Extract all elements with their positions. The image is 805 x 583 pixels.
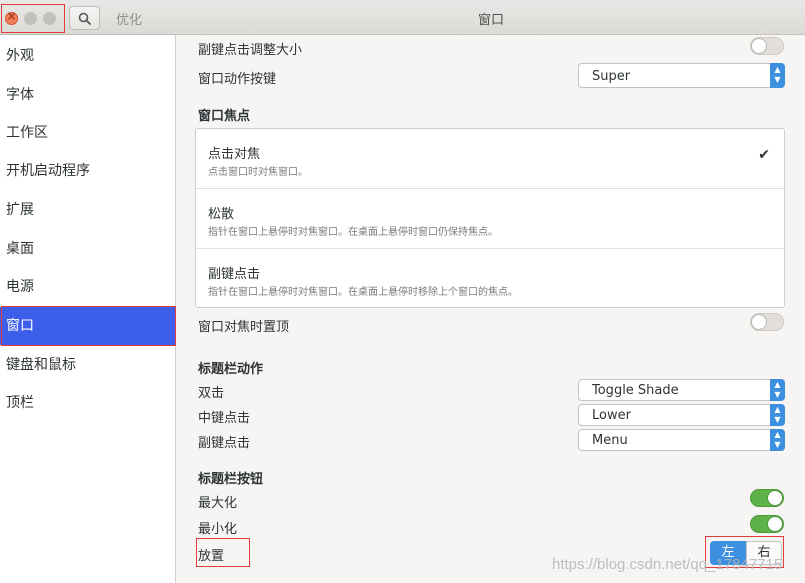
updown-arrows-icon: ▲ ▼ [770, 429, 785, 451]
double-click-value: Toggle Shade [592, 383, 679, 398]
maximize-window-button[interactable] [43, 12, 56, 25]
window-controls [2, 5, 64, 32]
search-button[interactable] [69, 6, 100, 30]
switch-knob [767, 516, 783, 532]
action-key-label: 窗口动作按键 [198, 72, 277, 87]
switch-knob [751, 38, 767, 54]
sidebar-item-extensions[interactable]: 扩展 [0, 191, 175, 229]
sidebar-item-top-bar[interactable]: 顶栏 [0, 384, 175, 422]
resize-secondary-label: 副键点击调整大小 [198, 43, 303, 58]
action-key-value: Super [592, 69, 631, 84]
placement-label: 放置 [198, 549, 225, 564]
list-item-title: 松散 [208, 207, 235, 222]
sidebar: 外观 字体 工作区 开机启动程序 扩展 桌面 电源 窗口 键盘和鼠标 顶栏 [0, 35, 176, 583]
updown-arrows-icon: ▲ ▼ [770, 379, 785, 401]
list-item-description: 点击窗口时对焦窗口。 [208, 167, 308, 178]
list-item-sloppy[interactable]: 松散 指针在窗口上悬停时对焦窗口。在桌面上悬停时窗口仍保持焦点。 [196, 189, 784, 249]
titlebar-actions-title: 标题栏动作 [198, 362, 264, 377]
sidebar-item-appearance[interactable]: 外观 [0, 37, 175, 75]
sidebar-item-windows[interactable]: 窗口 [0, 307, 175, 345]
header-bar: 优化 窗口 [0, 0, 805, 35]
list-item-description: 指针在窗口上悬停时对焦窗口。在桌面上悬停时窗口仍保持焦点。 [208, 227, 498, 238]
sidebar-item-power[interactable]: 电源 [0, 268, 175, 306]
titlebar-buttons-title: 标题栏按钮 [198, 472, 264, 487]
minimize-label: 最小化 [198, 522, 238, 537]
sidebar-item-fonts[interactable]: 字体 [0, 76, 175, 114]
middle-click-label: 中键点击 [198, 411, 251, 426]
raise-on-focus-switch[interactable] [750, 313, 784, 331]
double-click-label: 双击 [198, 386, 225, 401]
resize-secondary-switch[interactable] [750, 37, 784, 55]
app-title: 优化 [116, 13, 143, 28]
switch-knob [767, 490, 783, 506]
sidebar-item-workspaces[interactable]: 工作区 [0, 114, 175, 152]
updown-arrows-icon: ▲ ▼ [770, 63, 785, 88]
secondary-click-label: 副键点击 [198, 436, 251, 451]
sidebar-item-startup-apps[interactable]: 开机启动程序 [0, 152, 175, 190]
close-window-button[interactable] [5, 9, 18, 25]
maximize-switch[interactable] [750, 489, 784, 507]
focus-section-title: 窗口焦点 [198, 109, 251, 124]
double-click-combo[interactable]: Toggle Shade ▲ ▼ [578, 379, 785, 401]
maximize-label: 最大化 [198, 496, 238, 511]
middle-click-combo[interactable]: Lower ▲ ▼ [578, 404, 785, 426]
middle-click-value: Lower [592, 408, 631, 423]
main-panel: 副键点击调整大小 窗口动作按键 Super ▲ ▼ 窗口焦点 点击对焦 点击窗口时… [176, 35, 805, 583]
minimize-switch[interactable] [750, 515, 784, 533]
minimize-window-button[interactable] [24, 12, 37, 25]
check-icon: ✔ [758, 147, 770, 163]
watermark: https://blog.csdn.net/qq_17847715 [552, 556, 783, 573]
list-item-title: 点击对焦 [208, 147, 261, 162]
action-key-combo[interactable]: Super ▲ ▼ [578, 63, 785, 88]
search-icon [78, 12, 92, 26]
secondary-click-combo[interactable]: Menu ▲ ▼ [578, 429, 785, 451]
sidebar-item-desktop[interactable]: 桌面 [0, 230, 175, 268]
list-item-title: 副键点击 [208, 267, 261, 282]
list-item-secondary-click[interactable]: 副键点击 指针在窗口上悬停时对焦窗口。在桌面上悬停时移除上个窗口的焦点。 [196, 249, 784, 309]
list-item-click-focus[interactable]: 点击对焦 点击窗口时对焦窗口。 ✔ [196, 129, 784, 189]
secondary-click-value: Menu [592, 433, 628, 448]
switch-knob [751, 314, 767, 330]
page-title: 窗口 [478, 13, 505, 28]
raise-on-focus-label: 窗口对焦时置顶 [198, 320, 290, 335]
updown-arrows-icon: ▲ ▼ [770, 404, 785, 426]
sidebar-item-keyboard-mouse[interactable]: 键盘和鼠标 [0, 346, 175, 384]
focus-mode-list: 点击对焦 点击窗口时对焦窗口。 ✔ 松散 指针在窗口上悬停时对焦窗口。在桌面上悬… [195, 128, 785, 308]
list-item-description: 指针在窗口上悬停时对焦窗口。在桌面上悬停时移除上个窗口的焦点。 [208, 287, 518, 298]
